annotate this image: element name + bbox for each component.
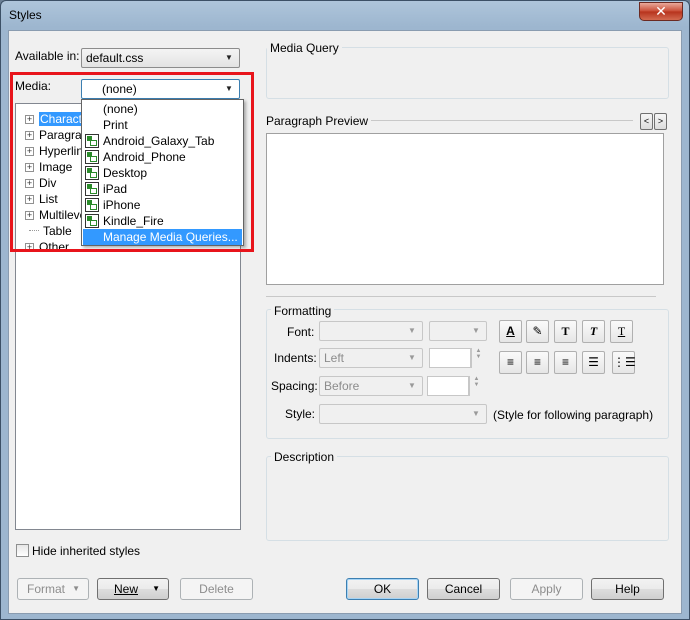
align-left-button[interactable]: ≡ <box>499 351 522 374</box>
window-title: Styles <box>9 8 42 22</box>
preview-prev-button[interactable]: < <box>640 113 653 130</box>
spacing-value-input[interactable] <box>427 376 469 396</box>
justify-icon: ☰ <box>588 355 599 369</box>
underline-button[interactable]: T <box>610 320 633 343</box>
font-label: Font: <box>287 325 315 339</box>
highlight-annotation <box>10 72 254 252</box>
underline-icon: T <box>617 324 626 338</box>
align-center-button[interactable]: ≡ <box>526 351 549 374</box>
apply-button[interactable]: Apply <box>510 578 583 600</box>
align-left-icon: ≡ <box>506 355 514 369</box>
style-label: Style: <box>285 407 316 421</box>
align-right-icon: ≡ <box>561 355 569 369</box>
delete-button[interactable]: Delete <box>180 578 253 600</box>
paragraph-preview-area <box>266 133 664 285</box>
italic-icon: T <box>589 324 598 338</box>
spacing-stepper[interactable]: ▲ ▼ <box>469 376 483 396</box>
chevron-left-icon: < <box>643 116 650 126</box>
indents-select[interactable]: Left ▼ <box>319 348 423 368</box>
bullet-list-button[interactable]: ⋮☰ <box>612 351 636 374</box>
format-button[interactable]: Format ▼ <box>17 578 89 600</box>
help-button[interactable]: Help <box>591 578 664 600</box>
bold-icon: T <box>561 324 570 338</box>
preview-next-button[interactable]: > <box>654 113 667 130</box>
chevron-down-icon: ▼ <box>225 53 233 62</box>
spacing-label: Spacing: <box>271 379 318 393</box>
chevron-down-icon: ▼ <box>408 381 416 390</box>
preview-divider <box>371 120 633 121</box>
chevron-down-icon: ▼ <box>472 409 480 418</box>
align-right-button[interactable]: ≡ <box>554 351 577 374</box>
styles-window: Styles ✕ Available in: default.css ▼ + Ch… <box>0 0 690 620</box>
close-button[interactable]: ✕ <box>639 2 683 21</box>
justify-button[interactable]: ☰ <box>582 351 605 374</box>
title-bar[interactable]: Styles ✕ <box>1 1 689 31</box>
hide-inherited-label: Hide inherited styles <box>32 544 141 558</box>
spacing-select[interactable]: Before ▼ <box>319 376 423 396</box>
chevron-right-icon: > <box>657 116 664 126</box>
hide-inherited-checkbox[interactable] <box>16 544 29 557</box>
font-size-select[interactable]: ▼ <box>429 321 487 341</box>
cancel-button[interactable]: Cancel <box>427 578 500 600</box>
font-color-button[interactable]: A <box>499 320 522 343</box>
highlighter-icon: ✎ <box>532 324 543 338</box>
italic-button[interactable]: T <box>582 320 605 343</box>
available-in-select[interactable]: default.css ▼ <box>81 48 240 68</box>
new-button[interactable]: New ▼ <box>97 578 169 600</box>
align-center-icon: ≡ <box>533 355 541 369</box>
delete-label: Delete <box>199 582 234 596</box>
formatting-divider <box>266 296 656 297</box>
close-icon: ✕ <box>655 3 667 19</box>
chevron-down-icon: ▼ <box>72 584 80 593</box>
chevron-down-icon: ▼ <box>408 326 416 335</box>
media-query-title: Media Query <box>267 41 342 55</box>
available-in-value: default.css <box>86 51 144 65</box>
available-in-label: Available in: <box>15 49 80 63</box>
formatting-title: Formatting <box>271 304 335 318</box>
indents-label: Indents: <box>274 351 317 365</box>
new-label: New <box>113 582 138 596</box>
ok-label: OK <box>373 582 392 596</box>
chevron-down-icon: ▼ <box>152 584 160 593</box>
description-group <box>266 456 669 541</box>
cancel-label: Cancel <box>444 582 483 596</box>
indents-stepper[interactable]: ▲ ▼ <box>471 348 485 368</box>
paragraph-preview-title: Paragraph Preview <box>266 114 369 128</box>
bold-button[interactable]: T <box>554 320 577 343</box>
chevron-down-icon: ▼ <box>408 353 416 362</box>
next-style-select[interactable]: ▼ <box>319 404 487 424</box>
bullet-list-icon: ⋮☰ <box>613 355 636 369</box>
dialog-client: Available in: default.css ▼ + Characte + Pa… <box>8 30 682 614</box>
apply-label: Apply <box>531 582 562 596</box>
highlight-button[interactable]: ✎ <box>526 320 549 343</box>
description-title: Description <box>271 450 338 464</box>
help-label: Help <box>615 582 640 596</box>
indents-value-input[interactable] <box>429 348 471 368</box>
font-color-icon: A <box>506 324 515 338</box>
indents-value: Left <box>324 351 345 365</box>
spacing-value: Before <box>324 379 360 393</box>
style-note: (Style for following paragraph) <box>493 408 654 422</box>
chevron-down-icon: ▼ <box>472 326 480 335</box>
font-select[interactable]: ▼ <box>319 321 423 341</box>
ok-button[interactable]: OK <box>346 578 419 600</box>
